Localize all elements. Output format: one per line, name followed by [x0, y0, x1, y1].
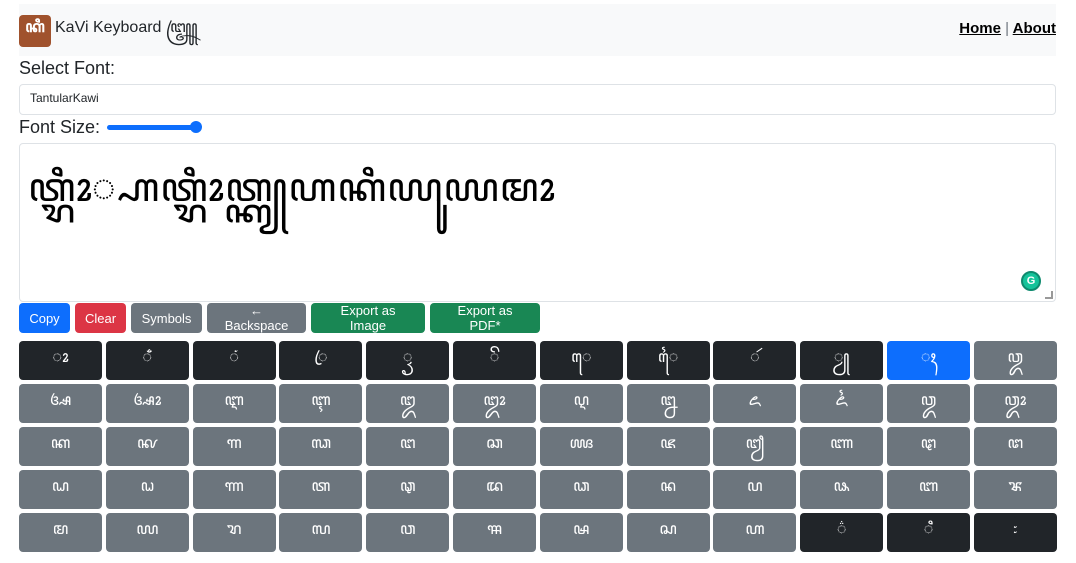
- keyboard-key[interactable]: ꦞ: [105, 470, 189, 509]
- keyboard-key[interactable]: ꦗ: [626, 427, 710, 466]
- keyboard-key[interactable]: ꦈ: [366, 384, 450, 423]
- keyboard-key[interactable]: ꦎ: [973, 341, 1057, 380]
- keyboard-key[interactable]: ꦲ: [713, 513, 797, 552]
- keyboard-key[interactable]: ꦑ: [105, 427, 189, 466]
- keyboard-key[interactable]: ꦛ: [886, 427, 970, 466]
- keyboard-key[interactable]: ꦴ: [19, 341, 102, 380]
- keyboard-key[interactable]: ꦿ: [279, 341, 363, 380]
- keyboard-key[interactable]: ꦮ: [366, 513, 450, 552]
- keyboard-key[interactable]: ꦌ: [713, 384, 797, 423]
- keyboard-key[interactable]: ꦈꦴ: [452, 384, 536, 423]
- keyboard-key[interactable]: ꦨ: [973, 470, 1057, 509]
- keyboard-key[interactable]: ꦢ: [452, 470, 536, 509]
- keyboard-key[interactable]: ꦔ: [366, 427, 450, 466]
- keyboard-key[interactable]: ꦊ: [626, 384, 710, 423]
- keyboard-key[interactable]: ꦱ: [626, 513, 710, 552]
- keyboard-key[interactable]: ꦥ: [713, 470, 797, 509]
- symbols-button[interactable]: Symbols: [131, 303, 202, 333]
- font-size-label: Font Size:: [19, 117, 101, 137]
- keyboard-key[interactable]: ꦟ: [192, 470, 276, 509]
- keyboard-key[interactable]: ꦏ: [19, 427, 102, 466]
- keyboard-key[interactable]: ꦠ: [279, 470, 363, 509]
- backspace-button[interactable]: ← Backspace: [207, 303, 306, 333]
- keyboard-key[interactable]: ꦆ: [192, 384, 276, 423]
- keyboard-key[interactable]: ꦤ: [626, 470, 710, 509]
- keyboard-key[interactable]: ꦺ: [539, 341, 623, 380]
- keyboard-key[interactable]: ꦼ: [452, 341, 536, 380]
- keyboard-key[interactable]: ꧇: [973, 513, 1057, 552]
- keyboard-key[interactable]: ꦳: [800, 513, 884, 552]
- slider-track: [107, 125, 196, 130]
- keyboard-key[interactable]: ꦾ: [800, 341, 884, 380]
- grammarly-icon[interactable]: G: [1021, 271, 1041, 291]
- nav-about-link[interactable]: About: [1013, 20, 1056, 37]
- font-size-slider[interactable]: [107, 121, 211, 133]
- keyboard-key[interactable]: ꦻ: [626, 341, 710, 380]
- keyboard-key[interactable]: ꦁ: [192, 341, 276, 380]
- brand[interactable]: ꦏꦶ KaVi Keyboard ꧅: [19, 14, 198, 47]
- editor-text: ꦠ꧀ꦫꦶꦴ꧀ꦲꦠ꧀ꦫꦶꦴꦠ꧀ꦏꦾꦲꦏꦶꦪꦸꦪꦩꦴ: [28, 165, 556, 211]
- kavi-logo-icon: ꦏꦶ: [19, 14, 51, 47]
- keyboard-key[interactable]: ꦖ: [539, 427, 623, 466]
- keyboard-key[interactable]: ꦽ: [366, 341, 450, 380]
- export-pdf-button[interactable]: Export as PDF*: [430, 303, 540, 333]
- keyboard-key[interactable]: ꦝ: [19, 470, 102, 509]
- font-select[interactable]: TantularKawi: [19, 84, 1056, 115]
- keyboard-key[interactable]: ꦧ: [886, 470, 970, 509]
- text-editor[interactable]: ꦠ꧀ꦫꦶꦴ꧀ꦲꦠ꧀ꦫꦶꦴꦠ꧀ꦏꦾꦲꦏꦶꦪꦸꦪꦩꦴ G: [19, 143, 1056, 302]
- keyboard-key[interactable]: ꦄꦴ: [105, 384, 189, 423]
- select-font-label: Select Font:: [19, 58, 116, 78]
- keyboard-key[interactable]: ꦰ: [539, 513, 623, 552]
- slider-thumb[interactable]: [189, 121, 202, 133]
- keyboard-key[interactable]: ꦓ: [279, 427, 363, 466]
- keyboard-key[interactable]: ꦃ: [886, 341, 970, 380]
- nav-home-link[interactable]: Home: [959, 20, 1001, 37]
- resize-handle-icon[interactable]: [1045, 291, 1053, 299]
- nav-links: Home | About: [959, 20, 1056, 37]
- export-image-button[interactable]: Export as Image: [311, 303, 425, 333]
- keyboard-key[interactable]: ꦕ: [452, 427, 536, 466]
- keyboard-key[interactable]: ꦪ: [105, 513, 189, 552]
- keyboard-key[interactable]: ꦶ: [886, 513, 970, 552]
- keyboard-key[interactable]: ꦣ: [539, 470, 623, 509]
- keyboard-key[interactable]: ꦩ: [19, 513, 102, 552]
- keyboard-key[interactable]: ꦍ: [800, 384, 884, 423]
- keyboard-key[interactable]: ꦄ: [19, 384, 102, 423]
- keyboard-key[interactable]: ꦡ: [366, 470, 450, 509]
- nav-separator: |: [1005, 20, 1010, 37]
- keyboard-key[interactable]: ꦚ: [800, 427, 884, 466]
- navbar: ꦏꦶ KaVi Keyboard ꧅ Home | About: [19, 4, 1056, 56]
- keyboard-key[interactable]: ꦒ: [192, 427, 276, 466]
- keyboard-key[interactable]: ꦦ: [800, 470, 884, 509]
- brand-title[interactable]: KaVi Keyboard ꧅: [55, 14, 198, 47]
- clear-button[interactable]: Clear: [75, 303, 126, 333]
- keyboard-key[interactable]: ꦂ: [713, 341, 797, 380]
- keyboard-key[interactable]: ꦜ: [973, 427, 1057, 466]
- keyboard-key[interactable]: ꦉ: [539, 384, 623, 423]
- keyboard-key[interactable]: ꦀ: [105, 341, 189, 380]
- keyboard-key[interactable]: ꦇ: [279, 384, 363, 423]
- keyboard-key[interactable]: ꦫ: [192, 513, 276, 552]
- keyboard-key[interactable]: ꦎꦴ: [973, 384, 1057, 423]
- copy-button[interactable]: Copy: [19, 303, 70, 333]
- toolbar: Copy Clear Symbols ← Backspace Export as…: [19, 303, 540, 333]
- keyboard-key[interactable]: ꦯ: [452, 513, 536, 552]
- keyboard-key[interactable]: ꦙ: [713, 427, 797, 466]
- keyboard-key[interactable]: ꦭ: [279, 513, 363, 552]
- keyboard-key[interactable]: ꦎ: [886, 384, 970, 423]
- kawi-keyboard: ꦴꦀꦁꦿꦽꦼꦺꦻꦂꦾꦃ ꦎ ꦄ ꦄꦴ ꦆ ꦇ ꦈ ꦈꦴ ꦉ ꦊ ꦌ ꦍ ꦎ ꦎꦴ ꦏ ꦑ ꦒ ꦓ ꦔ ꦕ ꦖ ꦗ ꦙ ꦚ ꦛ ꦜ ꦝ…: [19, 341, 1057, 552]
